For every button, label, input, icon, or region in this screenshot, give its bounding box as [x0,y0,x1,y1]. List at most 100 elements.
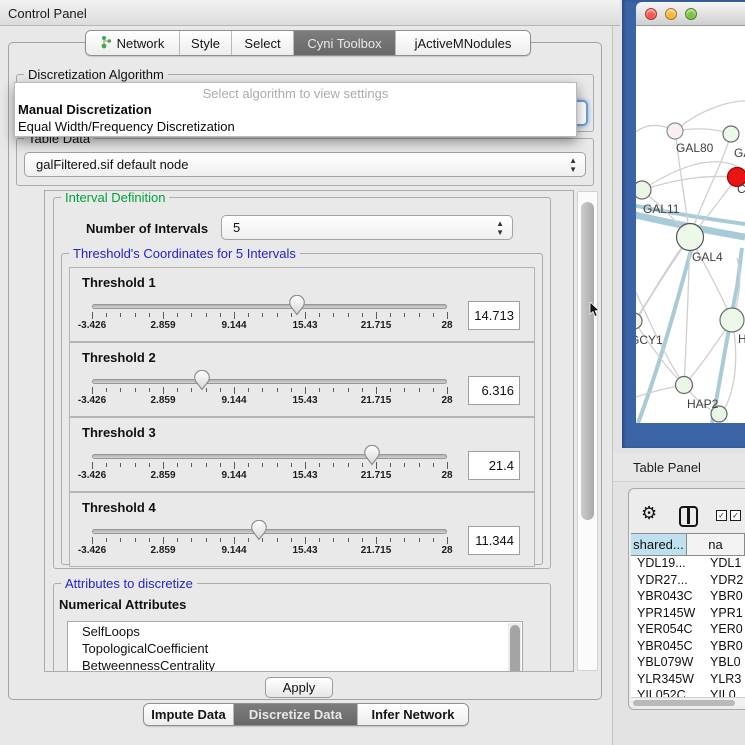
minor-tick [248,463,249,467]
apply-button[interactable]: Apply [265,677,333,698]
node-label: GCY1 [636,333,663,347]
attribute-list-item[interactable]: BetweennessCentrality [68,658,522,672]
minor-tick [206,463,207,467]
zoom-traffic-light-icon[interactable] [685,8,697,20]
tab-impute-data[interactable]: Impute Data [144,704,234,725]
attribute-list-item[interactable]: SelfLoops [68,624,522,641]
slider-track[interactable] [92,379,447,384]
major-tick [163,312,164,319]
minor-tick [177,463,178,467]
slider-ticks [92,462,447,472]
threshold-value-input[interactable]: 6.316 [468,376,520,405]
column-header[interactable]: na [687,534,745,555]
minor-tick [149,388,150,392]
slider-ticks [92,537,447,547]
tab-infer-network[interactable]: Infer Network [358,704,468,725]
major-tick [447,537,448,544]
cell-name: YIL0 [706,688,745,697]
minor-tick [191,538,192,542]
minor-tick [106,538,107,542]
tick-label: 15.43 [292,470,317,481]
hscrollbar-thumb[interactable] [633,700,735,706]
node-label: GA [734,146,745,160]
major-tick [447,462,448,469]
network-node[interactable] [720,308,744,332]
table-row[interactable]: YBL079WYBL0 [631,655,745,672]
numerical-attributes-list[interactable]: SelfLoopsTopologicalCoefficientBetweenne… [67,621,523,672]
tick-label: -3.426 [78,320,106,331]
table-horizontal-scrollbar[interactable] [631,697,745,706]
panel-scrollbar[interactable] [577,191,598,671]
network-node[interactable] [636,313,642,329]
tab-select[interactable]: Select [232,31,294,55]
settings-scroll-viewport: Interval Definition Number of Intervals … [44,190,574,672]
tab-cyni-toolbox[interactable]: Cyni Toolbox [294,31,396,55]
major-tick [376,387,377,394]
threshold-value-input[interactable]: 11.344 [468,526,520,555]
network-node[interactable] [676,377,693,394]
tick-label: 15.43 [292,545,317,556]
attribute-list-item[interactable]: TopologicalCoefficient [68,641,522,658]
table-panel-title: Table Panel [633,460,701,475]
slider-ticks [92,387,447,397]
minor-tick [135,538,136,542]
table-data-combobox[interactable]: galFiltered.sif default node ▲▼ [24,152,586,177]
slider-thumb[interactable] [250,520,268,541]
select-none-checkbox-icon[interactable]: ✓ [730,510,741,521]
minor-tick [419,538,420,542]
tick-label: 9.144 [221,395,246,406]
network-node[interactable] [636,181,651,199]
threshold-value-input[interactable]: 14.713 [468,301,520,330]
table-row[interactable]: YER054CYER0 [631,622,745,639]
threshold-value-input[interactable]: 21.4 [468,451,520,480]
table-row[interactable]: YDL19...YDL1 [631,556,745,573]
minor-tick [333,313,334,317]
table-row[interactable]: YLR345WYLR3 [631,672,745,689]
table-row[interactable]: YIL052CYIL0 [631,688,745,697]
algorithm-option[interactable]: Equal Width/Frequency Discretization [15,118,576,135]
cell-shared-name: YPR145W [631,606,706,623]
slider-thumb[interactable] [363,445,381,466]
select-all-checkbox-icon[interactable]: ✓ [716,510,727,521]
slider-thumb[interactable] [288,295,306,316]
minor-tick [419,313,420,317]
threshold-label: Threshold 1 [82,275,156,290]
table-header-row: shared...na [631,533,745,556]
major-tick [92,462,93,469]
tick-label: 9.144 [221,545,246,556]
minor-tick [419,463,420,467]
network-node[interactable] [677,224,704,251]
major-tick [305,387,306,394]
slider-thumb[interactable] [193,370,211,391]
numerical-attributes-label: Numerical Attributes [59,597,186,612]
list-scrollbar[interactable] [508,623,521,672]
scrollbar-thumb[interactable] [581,202,594,520]
table-row[interactable]: YPR145WYPR1 [631,606,745,623]
table-row[interactable]: YBR045CYBR0 [631,639,745,656]
network-node[interactable] [723,126,739,142]
table-body: YDL19...YDL1YDR27...YDR2YBR043CYBR0YPR14… [631,556,745,697]
table-row[interactable]: YBR043CYBR0 [631,589,745,606]
minor-tick [106,313,107,317]
slider-track[interactable] [92,529,447,534]
columns-icon[interactable] [679,506,698,527]
major-tick [234,462,235,469]
tab-style[interactable]: Style [180,31,232,55]
algorithm-option[interactable]: Manual Discretization [15,101,576,118]
tick-label: 15.43 [292,395,317,406]
cell-shared-name: YER054C [631,622,706,639]
tab-discretize-data[interactable]: Discretize Data [234,704,358,725]
close-traffic-light-icon[interactable] [645,8,657,20]
slider-track[interactable] [92,304,447,309]
table-row[interactable]: YDR27...YDR2 [631,573,745,590]
slider-track[interactable] [92,454,447,459]
tab-jactivemnodules[interactable]: jActiveMNodules [396,31,530,55]
tab-network[interactable]: Network [86,31,180,55]
minimize-traffic-light-icon[interactable] [665,8,677,20]
network-canvas[interactable]: GAL80GACGAL11GAL4GCY1HHAP2 [636,26,745,423]
gear-icon[interactable]: ⚙ [641,503,657,524]
network-node[interactable] [667,123,683,139]
column-header[interactable]: shared... [631,534,687,555]
number-of-intervals-combobox[interactable]: 5 ▲▼ [221,215,513,240]
minor-tick [135,463,136,467]
